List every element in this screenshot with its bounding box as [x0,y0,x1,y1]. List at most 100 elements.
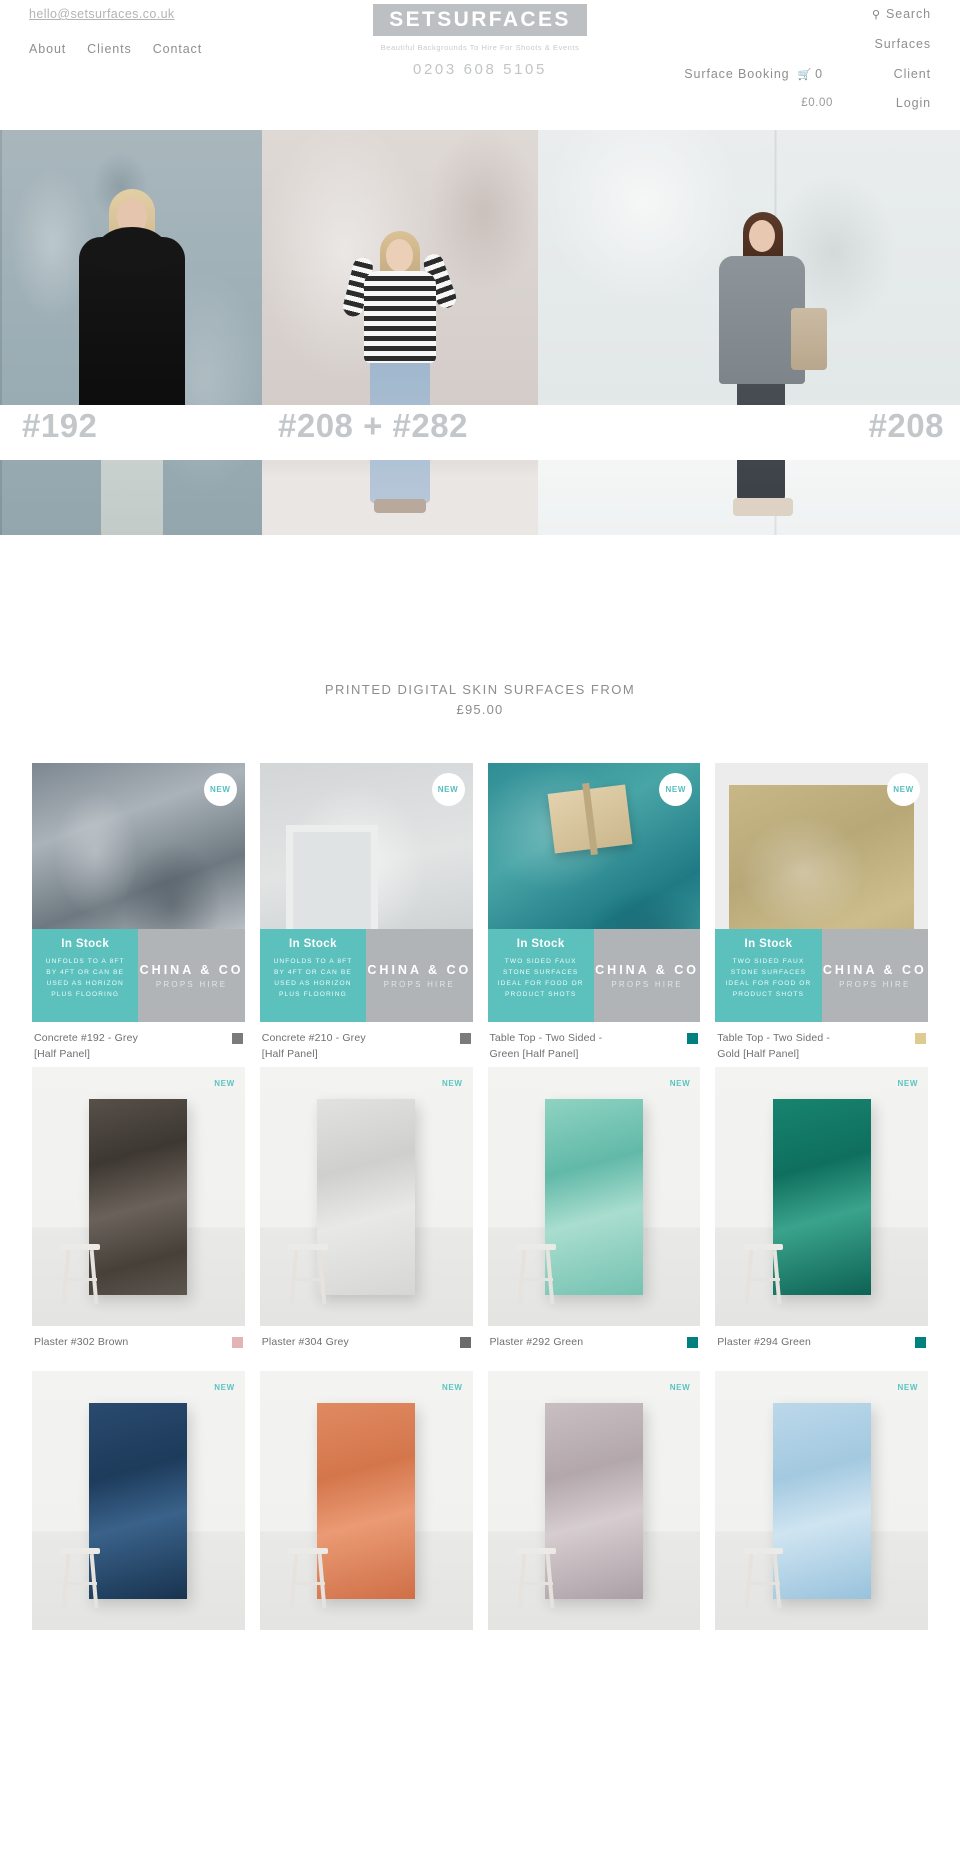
search-button[interactable]: ⚲ Search [872,7,931,21]
product-name[interactable]: Concrete #210 - Grey [Half Panel] [262,1031,387,1061]
product-card[interactable]: NEW Plaster #302 Brown [32,1067,245,1371]
color-swatch [687,1033,699,1045]
color-swatch [231,1033,243,1045]
hero-caption-band: #192 #208 + #282 #208 [0,405,960,460]
product-name[interactable]: Concrete #192 - Grey [Half Panel] [34,1031,159,1061]
product-card[interactable]: NEW [487,1371,701,1675]
product-card[interactable]: NEW In Stock TWO SIDED FAUX STONE SURFACES… [715,763,928,1067]
stool-prop [743,1244,784,1305]
product-thumbnail[interactable]: NEW [32,1067,245,1327]
product-thumbnail[interactable]: NEW In Stock TWO SIDED FAUX STONE SURFACES… [715,763,928,1023]
hero-image-2[interactable] [262,130,538,535]
product-image [487,1067,701,1327]
product-thumbnail[interactable]: NEW In Stock TWO SIDED FAUX STONE SURFACES… [487,763,701,1023]
stool-prop [287,1548,328,1609]
panel-board [544,1099,643,1296]
panel-board [317,1403,416,1600]
product-caption: Plaster #304 Grey [260,1326,473,1371]
new-badge: NEW [431,773,465,807]
product-caption [260,1630,473,1675]
product-caption: Concrete #192 - Grey [Half Panel] [32,1022,245,1067]
new-badge: NEW [897,1383,918,1393]
product-caption: Concrete #210 - Grey [Half Panel] [260,1022,473,1067]
product-thumbnail[interactable]: NEW [487,1067,701,1327]
product-image [259,1371,473,1631]
brand-banner: CHINA & CO PROPS HIRE [138,929,245,1023]
surface-booking-cart[interactable]: Surface Booking 🛒 0 [684,67,823,81]
section-heading: PRINTED DIGITAL SKIN SURFACES FROM £95.0… [0,680,960,720]
product-card[interactable]: NEW In Stock TWO SIDED FAUX STONE SURFACES… [487,763,701,1067]
nav-item-client[interactable]: Client [885,67,931,81]
product-card[interactable]: NEW [259,1371,473,1675]
product-thumbnail[interactable]: NEW In Stock UNFOLDS TO A 8FT BY 4FT OR CA… [259,763,473,1023]
new-badge: NEW [669,1383,691,1393]
hero-image-3[interactable] [538,130,960,535]
product-name[interactable]: Plaster #292 Green [490,1335,584,1350]
color-swatch [915,1337,926,1349]
panel-board [89,1099,188,1296]
color-swatch [459,1337,471,1349]
product-name[interactable]: Table Top - Two Sided - Green [Half Pane… [490,1031,615,1061]
product-caption [488,1630,701,1675]
hero-caption-1: #192 [22,407,98,444]
stool-prop [287,1244,328,1305]
brand-name: CHINA & CO [367,962,472,977]
nav-item-surfaces[interactable]: Surfaces [874,37,931,51]
product-name[interactable]: Table Top - Two Sided - Gold [Half Panel… [717,1031,842,1061]
brand-name: CHINA & CO [595,962,699,977]
panel-board [772,1403,871,1600]
product-card[interactable]: NEW [32,1371,245,1675]
stock-label: In Stock [288,938,337,951]
product-thumbnail[interactable]: NEW [715,1067,928,1327]
new-badge: NEW [214,1383,235,1393]
product-name[interactable]: Plaster #304 Grey [262,1335,349,1350]
product-thumbnail[interactable]: NEW [487,1371,701,1631]
new-badge: NEW [442,1079,463,1089]
stock-banner: In Stock UNFOLDS TO A 8FT BY 4FT OR CAN B… [259,929,367,1023]
stock-banner: In Stock TWO SIDED FAUX STONE SURFACES ID… [487,929,594,1023]
product-caption: Table Top - Two Sided - Gold [Half Panel… [715,1022,928,1067]
brand-name: CHINA & CO [139,962,244,977]
hero-caption-2: #208 + #282 [278,407,468,444]
hero-image-1[interactable] [0,130,262,535]
stock-banner: In Stock TWO SIDED FAUX STONE SURFACES ID… [715,929,822,1023]
product-image [32,1067,245,1327]
stock-label: In Stock [61,938,110,951]
brand-name: CHINA & CO [822,962,927,977]
product-name[interactable]: Plaster #302 Brown [34,1335,128,1350]
brand-subtitle: PROPS HIRE [839,979,911,989]
product-thumbnail[interactable]: NEW [259,1067,473,1327]
shopping-cart-icon: 🛒 [797,69,813,81]
product-overlay: In Stock TWO SIDED FAUX STONE SURFACES ID… [487,929,701,1023]
brand-subtitle: PROPS HIRE [383,979,455,989]
new-badge: NEW [214,1079,235,1089]
color-swatch [459,1033,471,1045]
product-thumbnail[interactable]: NEW [32,1371,245,1631]
brand-subtitle: PROPS HIRE [611,979,683,989]
panel-board [772,1099,871,1296]
product-card[interactable]: NEW In Stock UNFOLDS TO A 8FT BY 4FT OR CA… [259,763,473,1067]
product-thumbnail[interactable]: NEW [259,1371,473,1631]
section-heading-text: PRINTED DIGITAL SKIN SURFACES FROM [324,682,636,697]
product-card[interactable]: NEW Plaster #304 Grey [259,1067,473,1371]
new-badge: NEW [897,1079,918,1089]
product-card[interactable]: NEW In Stock UNFOLDS TO A 8FT BY 4FT OR CA… [32,763,245,1067]
product-card[interactable]: NEW Plaster #292 Green [487,1067,701,1371]
stool-prop [743,1548,784,1609]
product-caption: Plaster #292 Green [488,1326,701,1371]
product-thumbnail[interactable]: NEW In Stock UNFOLDS TO A 8FT BY 4FT OR CA… [32,763,245,1023]
brand-subtitle: PROPS HIRE [155,979,228,989]
search-icon: ⚲ [872,9,881,21]
login-link[interactable]: Login [885,96,931,110]
product-card[interactable]: NEW Plaster #294 Green [715,1067,928,1371]
product-caption [32,1630,245,1675]
color-swatch [915,1033,926,1045]
stock-description: UNFOLDS TO A 8FT BY 4FT OR CAN BE USED A… [273,958,353,998]
product-card[interactable]: NEW [715,1371,928,1675]
site-header: hello@setsurfaces.co.uk About Clients Co… [0,0,960,130]
stock-label: In Stock [744,938,793,951]
product-name[interactable]: Plaster #294 Green [717,1335,811,1350]
stock-description: UNFOLDS TO A 8FT BY 4FT OR CAN BE USED A… [45,958,125,998]
product-thumbnail[interactable]: NEW [715,1371,928,1631]
product-grid: NEW In Stock UNFOLDS TO A 8FT BY 4FT OR CA… [0,763,960,1675]
